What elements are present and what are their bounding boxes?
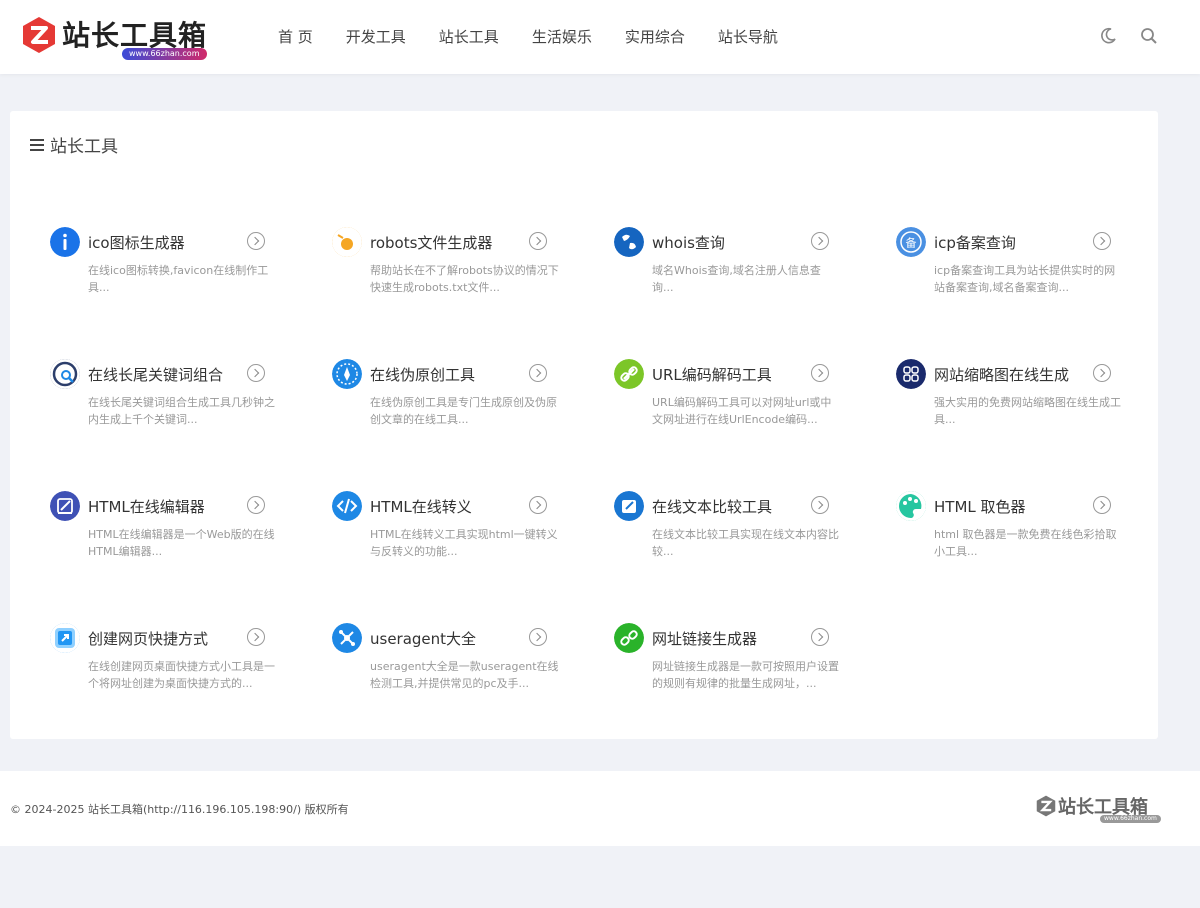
globe-icon bbox=[614, 227, 644, 257]
palette-icon bbox=[896, 491, 926, 521]
footer-logo-mark-icon bbox=[1036, 795, 1056, 817]
tool-name: icp备案查询 bbox=[934, 234, 1016, 252]
link-icon bbox=[614, 359, 644, 389]
search-icon[interactable] bbox=[1140, 27, 1158, 45]
arrow-right-icon[interactable] bbox=[811, 364, 829, 382]
arrow-right-icon[interactable] bbox=[1093, 496, 1111, 514]
tool-name: useragent大全 bbox=[370, 630, 477, 648]
tool-name: URL编码解码工具 bbox=[652, 366, 772, 384]
robot-icon bbox=[332, 227, 362, 257]
tool-description: 域名Whois查询,域名注册人信息查询... bbox=[652, 264, 821, 294]
nav-dev-tools[interactable]: 开发工具 bbox=[346, 26, 406, 48]
arrow-right-icon[interactable] bbox=[247, 628, 265, 646]
tool-name: 在线长尾关键词组合 bbox=[88, 366, 224, 384]
chain-icon bbox=[614, 623, 644, 653]
tool-description: html 取色器是一款免费在线色彩拾取小工具... bbox=[934, 528, 1117, 558]
tool-item[interactable]: robots文件生成器帮助站长在不了解robots协议的情况下快速生成robot… bbox=[332, 227, 562, 307]
tool-name: 网址链接生成器 bbox=[652, 630, 758, 648]
tool-name: HTML在线转义 bbox=[370, 498, 472, 516]
tool-item[interactable]: 备 icp备案查询 icp备案查询工具为站长提供实时的网站备案查询,域名备案查询..… bbox=[896, 227, 1126, 307]
tool-item[interactable]: ico图标生成器在线ico图标转换,favicon在线制作工具... bbox=[50, 227, 280, 307]
nav-webmaster-tools[interactable]: 站长工具 bbox=[439, 26, 499, 48]
tool-name: whois查询 bbox=[652, 234, 725, 252]
tool-name: 在线伪原创工具 bbox=[370, 366, 476, 384]
record-icon: 备 bbox=[896, 227, 926, 257]
moon-icon[interactable] bbox=[1099, 27, 1117, 45]
tool-description: 在线长尾关键词组合生成工具几秒钟之内生成上千个关键词... bbox=[88, 396, 275, 426]
footer-logo-url: www.66zhan.com bbox=[1100, 815, 1161, 823]
arrow-right-icon[interactable] bbox=[529, 232, 547, 250]
tool-item[interactable]: 在线长尾关键词组合在线长尾关键词组合生成工具几秒钟之内生成上千个关键词... bbox=[50, 359, 280, 439]
footer-logo[interactable]: 站长工具箱 www.66zhan.com bbox=[1036, 793, 1161, 825]
info-icon bbox=[50, 227, 80, 257]
svg-text:备: 备 bbox=[906, 236, 917, 250]
tool-item[interactable]: URL编码解码工具 URL编码解码工具可以对网址url或中文网址进行在线UrlEn… bbox=[614, 359, 844, 439]
tool-item[interactable]: 网站缩略图在线生成强大实用的免费网站缩略图在线生成工具... bbox=[896, 359, 1126, 439]
tool-description: useragent大全是一款useragent在线检测工具,并提供常见的pc及手… bbox=[370, 660, 559, 690]
tool-description: 在线文本比较工具实现在线文本内容比较... bbox=[652, 528, 839, 558]
tool-name: 在线文本比较工具 bbox=[652, 498, 773, 516]
tool-item[interactable]: 创建网页快捷方式在线创建网页桌面快捷方式小工具是一个将网址创建为桌面快捷方式的.… bbox=[50, 623, 280, 703]
logo-url-badge: www.66zhan.com bbox=[122, 48, 207, 60]
site-header: 站长工具箱 www.66zhan.com 首 页 开发工具 站长工具 生活娱乐 … bbox=[0, 0, 1200, 74]
magnifier-icon bbox=[50, 359, 80, 389]
copyright-text: © 2024-2025 站长工具箱(http://116.196.105.198… bbox=[10, 803, 349, 816]
tools-card: 站长工具 ico图标生成器在线ico图标转换,favicon在线制作工具... r… bbox=[10, 111, 1158, 739]
tool-item[interactable]: 在线伪原创工具在线伪原创工具是专门生成原创及伪原创文章的在线工具... bbox=[332, 359, 562, 439]
tool-name: ico图标生成器 bbox=[88, 234, 185, 252]
arrow-right-icon[interactable] bbox=[811, 628, 829, 646]
tool-description: 在线伪原创工具是专门生成原创及伪原创文章的在线工具... bbox=[370, 396, 557, 426]
arrow-right-icon[interactable] bbox=[1093, 364, 1111, 382]
tool-description: 在线ico图标转换,favicon在线制作工具... bbox=[88, 264, 269, 294]
arrow-right-icon[interactable] bbox=[529, 364, 547, 382]
arrow-right-icon[interactable] bbox=[811, 232, 829, 250]
nav-home[interactable]: 首 页 bbox=[278, 26, 313, 48]
tool-description: HTML在线转义工具实现html一键转义与反转义的功能... bbox=[370, 528, 558, 558]
site-logo[interactable]: 站长工具箱 www.66zhan.com bbox=[22, 14, 212, 62]
arrow-right-icon[interactable] bbox=[529, 628, 547, 646]
tool-name: HTML 取色器 bbox=[934, 498, 1026, 516]
tool-item[interactable]: 在线文本比较工具在线文本比较工具实现在线文本内容比较... bbox=[614, 491, 844, 571]
tool-description: icp备案查询工具为站长提供实时的网站备案查询,域名备案查询... bbox=[934, 264, 1116, 294]
tool-name: 网站缩略图在线生成 bbox=[934, 366, 1070, 384]
tool-description: URL编码解码工具可以对网址url或中文网址进行在线UrlEncode编码... bbox=[652, 396, 832, 426]
section-title-text: 站长工具 bbox=[50, 137, 118, 157]
tool-description: 在线创建网页桌面快捷方式小工具是一个将网址创建为桌面快捷方式的... bbox=[88, 660, 275, 690]
tool-item[interactable]: useragent大全 useragent大全是一款useragent在线检测工具… bbox=[332, 623, 562, 703]
tool-name: 创建网页快捷方式 bbox=[88, 630, 209, 648]
compare-icon bbox=[614, 491, 644, 521]
tool-description: HTML在线编辑器是一个Web版的在线HTML编辑器... bbox=[88, 528, 275, 558]
network-icon bbox=[332, 623, 362, 653]
menu-icon bbox=[30, 138, 44, 151]
arrow-right-icon[interactable] bbox=[247, 232, 265, 250]
nav-webmaster-guide[interactable]: 站长导航 bbox=[718, 26, 778, 48]
arrow-right-icon[interactable] bbox=[529, 496, 547, 514]
arrow-right-icon[interactable] bbox=[1093, 232, 1111, 250]
tool-item[interactable]: whois查询域名Whois查询,域名注册人信息查询... bbox=[614, 227, 844, 307]
section-title: 站长工具 bbox=[30, 132, 118, 157]
arrow-right-icon[interactable] bbox=[247, 364, 265, 382]
tool-description: 强大实用的免费网站缩略图在线生成工具... bbox=[934, 396, 1121, 426]
code-icon bbox=[332, 491, 362, 521]
pen-icon bbox=[332, 359, 362, 389]
main-nav: 首 页 开发工具 站长工具 生活娱乐 实用综合 站长导航 bbox=[278, 26, 811, 48]
tool-description: 帮助站长在不了解robots协议的情况下快速生成robots.txt文件... bbox=[370, 264, 559, 294]
shortcut-icon bbox=[50, 623, 80, 653]
tool-name: robots文件生成器 bbox=[370, 234, 493, 252]
edit-icon bbox=[50, 491, 80, 521]
grid-icon bbox=[896, 359, 926, 389]
tool-name: HTML在线编辑器 bbox=[88, 498, 205, 516]
logo-mark-icon bbox=[23, 17, 55, 53]
nav-practical[interactable]: 实用综合 bbox=[625, 26, 685, 48]
arrow-right-icon[interactable] bbox=[247, 496, 265, 514]
tool-item[interactable]: HTML 取色器 html 取色器是一款免费在线色彩拾取小工具... bbox=[896, 491, 1126, 571]
arrow-right-icon[interactable] bbox=[811, 496, 829, 514]
tool-item[interactable]: 网址链接生成器网址链接生成器是一款可按照用户设置的规则有规律的批量生成网址，..… bbox=[614, 623, 844, 703]
tool-description: 网址链接生成器是一款可按照用户设置的规则有规律的批量生成网址，... bbox=[652, 660, 839, 690]
site-footer: © 2024-2025 站长工具箱(http://116.196.105.198… bbox=[0, 771, 1200, 846]
nav-life-entertainment[interactable]: 生活娱乐 bbox=[532, 26, 592, 48]
tool-item[interactable]: HTML在线转义 HTML在线转义工具实现html一键转义与反转义的功能... bbox=[332, 491, 562, 571]
tool-item[interactable]: HTML在线编辑器 HTML在线编辑器是一个Web版的在线HTML编辑器... bbox=[50, 491, 280, 571]
